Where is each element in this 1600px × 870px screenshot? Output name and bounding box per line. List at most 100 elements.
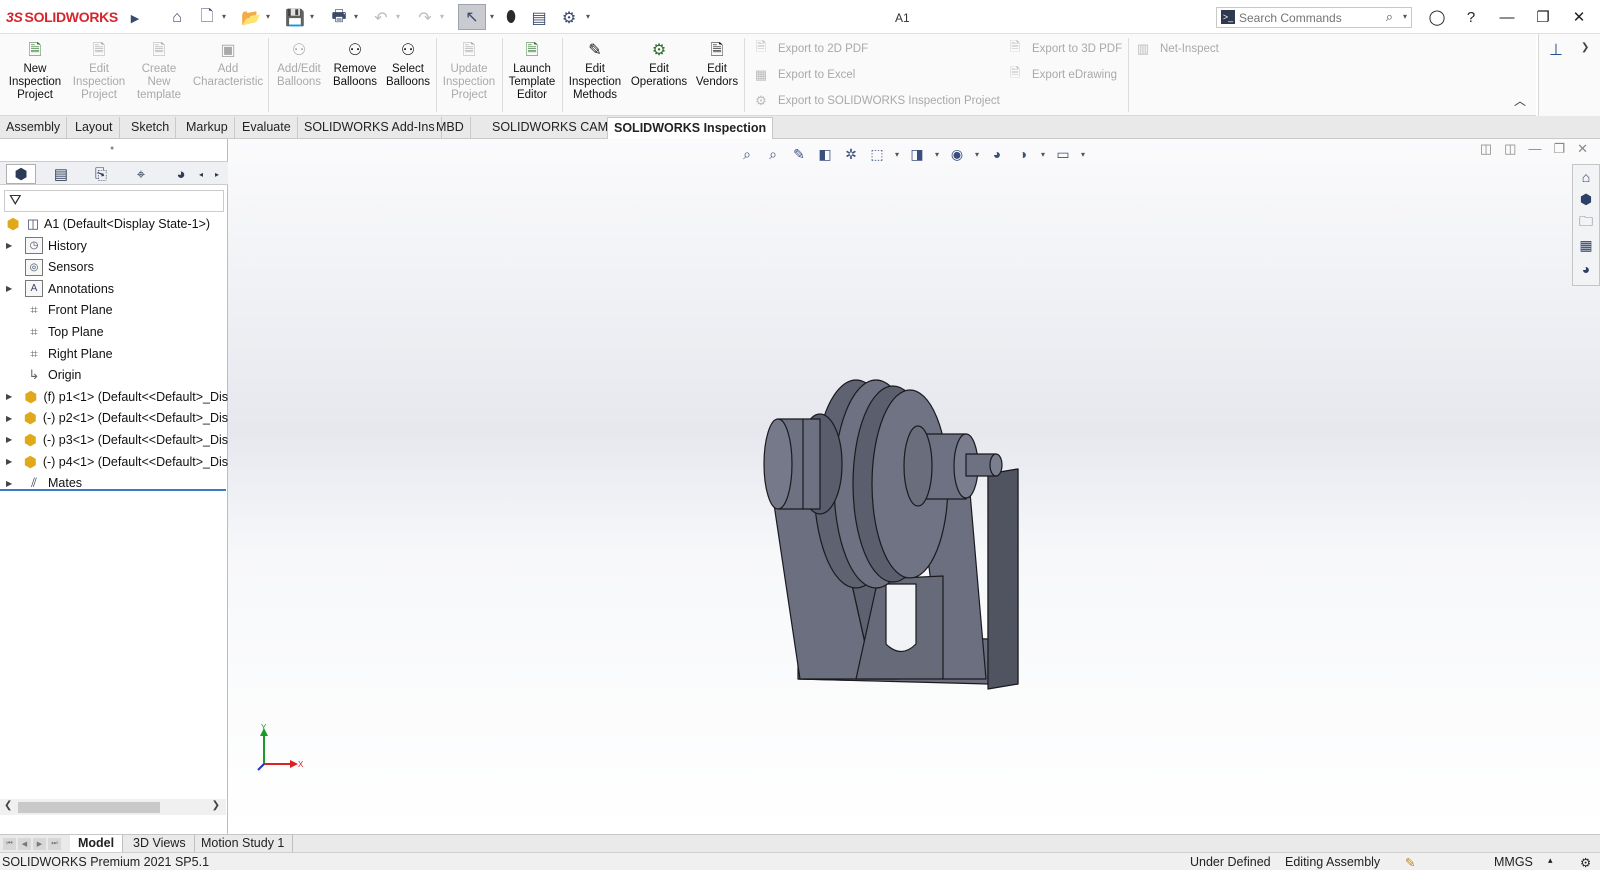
tree-item-right[interactable]: ⌗ Right Plane	[0, 343, 228, 364]
section-view-icon[interactable]: ◧	[814, 143, 836, 165]
apply-scene-icon[interactable]: ◑	[1012, 143, 1034, 165]
close-button[interactable]: ✕	[1566, 6, 1592, 28]
view-palette-icon[interactable]: ▦	[1573, 234, 1599, 257]
units-selector[interactable]: MMGS	[1494, 855, 1533, 869]
design-library-icon[interactable]: ⬢	[1573, 188, 1599, 211]
edit-appearance-icon[interactable]: ◕	[986, 143, 1008, 165]
tree-item-annotations[interactable]: ▶ A Annotations	[0, 278, 228, 299]
tree-item-origin[interactable]: ↳ Origin	[0, 365, 228, 386]
apply-scene-dropdown-icon[interactable]: ▾	[1038, 143, 1048, 165]
dimxpert-manager-tab-icon[interactable]: ⌖	[126, 164, 156, 184]
zoom-to-area-icon[interactable]: ⌕	[762, 143, 784, 165]
tree-item-[interactable]: ▶ ⬢ (-) p2<1> (Default<<Default>_Dis	[0, 408, 228, 429]
scroll-left-icon[interactable]: ❮	[4, 800, 12, 811]
user-account-icon[interactable]: ◯	[1424, 6, 1450, 28]
search-commands-box[interactable]: >_ ⌕ ▾	[1216, 7, 1412, 28]
display-style-icon[interactable]: ◨	[906, 143, 928, 165]
select-pointer-icon[interactable]: ↖	[458, 4, 486, 30]
units-dropdown-icon[interactable]: ▴	[1548, 855, 1553, 866]
export-edrawing-button[interactable]: 🗎 Export eDrawing	[1006, 65, 1117, 84]
expand-arrow-icon[interactable]: ▶	[6, 457, 16, 466]
new-dropdown-icon[interactable]: ▾	[222, 12, 226, 21]
tree-horizontal-scrollbar[interactable]: ❮ ❯	[0, 799, 226, 815]
viewport-close-icon[interactable]: ✕	[1577, 141, 1588, 157]
search-dropdown-icon[interactable]: ▾	[1403, 12, 1407, 21]
solidworks-resources-icon[interactable]: ⌂	[1573, 165, 1599, 188]
last-tab-icon[interactable]: ⏭	[48, 838, 61, 850]
view-settings-icon[interactable]: ▭	[1052, 143, 1074, 165]
print-icon[interactable]: 🖶	[328, 7, 350, 29]
rebuild-traffic-light-icon[interactable]: ⬮	[500, 7, 522, 29]
launch-template-editor-button[interactable]: 🗎 Launch Template Editor	[506, 39, 558, 102]
expand-arrow-icon[interactable]: ▶	[6, 284, 18, 293]
tree-root-assembly[interactable]: ⬢ ◫ A1 (Default<Display State-1>)	[0, 213, 228, 234]
viewport-minimize-icon[interactable]: —	[1528, 141, 1541, 157]
tabs-scroll-right-icon[interactable]: ▸	[210, 164, 224, 184]
hide-show-items-icon[interactable]: ◉	[946, 143, 968, 165]
tab-layout[interactable]: Layout	[69, 117, 120, 139]
redo-icon[interactable]: ↷	[414, 7, 436, 29]
restore-button[interactable]: ❐	[1530, 6, 1556, 28]
first-tab-icon[interactable]: ⏮	[3, 838, 16, 850]
zoom-to-fit-icon[interactable]: ⌕	[736, 143, 758, 165]
rebuild-status-icon[interactable]: ✎	[1405, 855, 1415, 870]
scroll-right-icon[interactable]: ❯	[212, 800, 220, 811]
pin-icon[interactable]: ⊥	[1549, 40, 1563, 60]
collapse-ribbon-chevron-icon[interactable]: ︿	[1514, 92, 1526, 109]
assembly-3d-model[interactable]	[728, 344, 1038, 694]
select-balloons-button[interactable]: ⚇ Select Balloons	[382, 39, 434, 89]
undo-dropdown-icon[interactable]: ▾	[396, 12, 400, 21]
edit-inspection-methods-button[interactable]: ✎ Edit Inspection Methods	[566, 39, 624, 102]
expand-arrow-icon[interactable]: ▶	[6, 414, 16, 423]
display-manager-tab-icon[interactable]: ◕	[166, 164, 196, 184]
tab-mbd[interactable]: MBD	[430, 117, 471, 139]
open-dropdown-icon[interactable]: ▾	[266, 12, 270, 21]
hide-show-dropdown-icon[interactable]: ▾	[972, 143, 982, 165]
file-properties-icon[interactable]: ▤	[528, 7, 550, 29]
create-new-template-button[interactable]: 🗎 Create New template	[130, 39, 188, 102]
tab-solidworks-add-ins[interactable]: SOLIDWORKS Add-Ins	[298, 117, 442, 139]
redo-dropdown-icon[interactable]: ▾	[440, 12, 444, 21]
tab-solidworks-cam[interactable]: SOLIDWORKS CAM	[486, 117, 615, 139]
configuration-manager-tab-icon[interactable]: ⎘	[86, 164, 116, 184]
tab-assembly[interactable]: Assembly	[0, 117, 68, 139]
tree-item-front[interactable]: ⌗ Front Plane	[0, 300, 228, 321]
expand-arrow-icon[interactable]: ▶	[6, 392, 16, 401]
panel-resize-handle[interactable]: ●	[110, 145, 114, 152]
display-style-dropdown-icon[interactable]: ▾	[932, 143, 942, 165]
remove-balloons-button[interactable]: ⚇ Remove Balloons	[328, 39, 382, 89]
tabs-scroll-left-icon[interactable]: ◂	[194, 164, 208, 184]
next-tab-icon[interactable]: ▶	[33, 838, 46, 850]
help-icon[interactable]: ?	[1458, 6, 1484, 28]
export-3d-pdf-button[interactable]: 🗎 Export to 3D PDF	[1006, 39, 1122, 58]
notifications-icon[interactable]: ⚙	[1580, 855, 1591, 870]
net-inspect-button[interactable]: ▥ Net-Inspect	[1134, 40, 1219, 58]
viewport-restore-icon[interactable]: ❐	[1553, 141, 1565, 157]
prev-tab-icon[interactable]: ◀	[18, 838, 31, 850]
previous-view-icon[interactable]: ✎	[788, 143, 810, 165]
solidworks-logo[interactable]: 3S SOLIDWORKS	[6, 9, 118, 25]
property-manager-tab-icon[interactable]: ▤	[46, 164, 76, 184]
scroll-thumb[interactable]	[18, 802, 160, 813]
save-icon[interactable]: 💾	[284, 7, 306, 29]
tree-filter[interactable]: ⛛	[4, 190, 224, 212]
expand-arrow-icon[interactable]: ▶	[6, 241, 18, 250]
open-folder-icon[interactable]: 📂	[240, 7, 262, 29]
export-excel-button[interactable]: ▦ Export to Excel	[752, 66, 856, 84]
tree-item-top[interactable]: ⌗ Top Plane	[0, 321, 228, 342]
expand-arrow-icon[interactable]: ▶	[6, 435, 16, 444]
appearances-icon[interactable]: ◕	[1573, 257, 1599, 280]
view-orientation-dropdown-icon[interactable]: ▾	[892, 143, 902, 165]
export-sw-inspection-button[interactable]: ⚙ Export to SOLIDWORKS Inspection Project	[752, 92, 1000, 110]
tree-item-[interactable]: ▶ ⬢ (-) p4<1> (Default<<Default>_Dis	[0, 451, 228, 472]
menu-expand-arrow-icon[interactable]: ▶	[124, 7, 146, 29]
minimize-button[interactable]: —	[1494, 6, 1520, 28]
select-dropdown-icon[interactable]: ▾	[490, 12, 494, 21]
feature-manager-tab-icon[interactable]: ⬢	[6, 164, 36, 184]
view-orientation-icon[interactable]: ⬚	[866, 143, 888, 165]
undo-icon[interactable]: ↶	[370, 7, 392, 29]
ribbon-options-chevron-icon[interactable]: ❯	[1581, 42, 1589, 53]
viewport-tile-right-icon[interactable]: ◫	[1504, 141, 1516, 157]
edit-operations-button[interactable]: ⚙ Edit Operations	[628, 39, 690, 89]
home-icon[interactable]: ⌂	[166, 7, 188, 29]
